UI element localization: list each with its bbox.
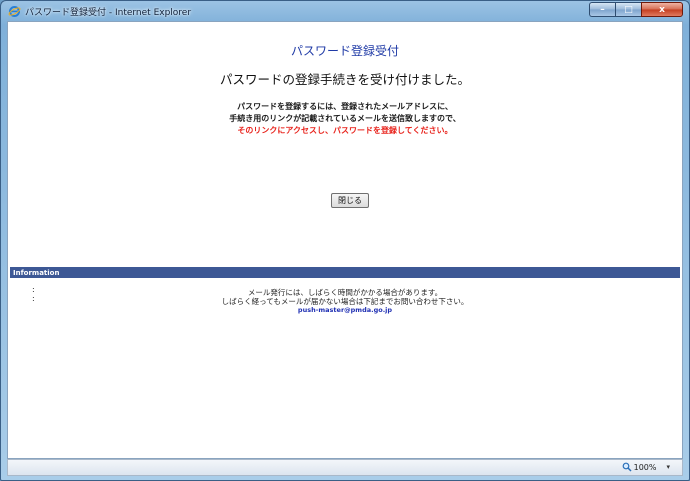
window-title: パスワード登録受付 - Internet Explorer [25,7,192,18]
ie-logo-icon [7,4,21,18]
page-subtitle: パスワードの登録手続きを受け付けました。 [219,72,470,87]
contact-email-link[interactable]: push-master@pmda.go.jp [8,306,682,314]
status-bar: 100% ▾ [7,459,683,476]
close-button[interactable]: 閉じる [331,193,369,208]
message-line-warning: そのリンクにアクセスし、パスワードを登録してください。 [237,126,453,135]
window-controls: – □ x [589,2,683,18]
title-bar[interactable]: パスワード登録受付 - Internet Explorer – □ x [1,1,689,21]
magnifier-icon [622,462,632,472]
information-header: Information [10,267,680,278]
browser-window: パスワード登録受付 - Internet Explorer – □ x パスワー… [0,0,690,481]
close-window-button[interactable]: x [641,2,683,17]
message-line-2: 手続き用のリンクが記載されているメールを送信致しますので、 [229,114,461,123]
page-title: パスワード登録受付 [290,44,399,58]
zoom-level: 100% [633,462,657,472]
minimize-button[interactable]: – [589,2,615,17]
zoom-dropdown-icon[interactable]: ▾ [666,463,670,471]
zoom-control[interactable]: 100% ▾ [622,462,670,472]
page-content[interactable]: パスワード登録受付 パスワードの登録手続きを受け付けました。 パスワードを登録す… [7,21,683,459]
message-line-1: パスワードを登録するには、登録されたメールアドレスに、 [237,102,453,111]
maximize-button[interactable]: □ [615,2,641,17]
